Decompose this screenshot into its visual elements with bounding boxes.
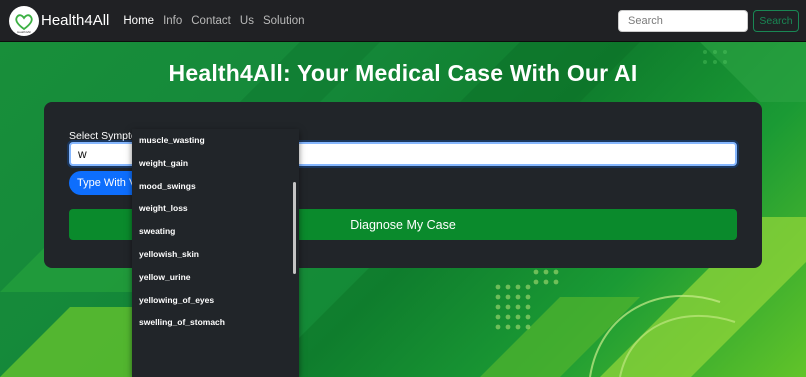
list-item[interactable]: yellowing_of_eyes (132, 289, 299, 312)
list-item[interactable]: muscle_wasting (132, 129, 299, 152)
search-input[interactable] (618, 10, 748, 32)
list-item[interactable]: weight_gain (132, 152, 299, 175)
navbar: Health4All Health4All Home Info Contact … (0, 0, 806, 42)
brand-name[interactable]: Health4All (41, 12, 109, 29)
nav-contact[interactable]: Contact (191, 15, 231, 27)
nav-us[interactable]: Us (240, 15, 254, 27)
hero-section: Health4All: Your Medical Case With Our A… (0, 42, 806, 377)
symptom-suggestions-dropdown: muscle_wasting weight_gain mood_swings w… (132, 129, 299, 377)
nav-solution[interactable]: Solution (263, 15, 305, 27)
page-title: Health4All: Your Medical Case With Our A… (168, 60, 638, 86)
list-item[interactable]: swelling_of_stomach (132, 311, 299, 334)
list-item[interactable]: yellowish_skin (132, 243, 299, 266)
dropdown-scrollbar[interactable] (293, 182, 296, 274)
svg-text:Health4All: Health4All (17, 30, 31, 34)
list-item[interactable]: sweating (132, 220, 299, 243)
list-item[interactable]: weight_loss (132, 197, 299, 220)
list-item[interactable]: mood_swings (132, 175, 299, 198)
nav-info[interactable]: Info (163, 15, 182, 27)
heart-icon: Health4All (15, 13, 33, 34)
nav-home[interactable]: Home (123, 15, 154, 27)
search-button[interactable]: Search (753, 10, 799, 32)
list-item[interactable]: yellow_urine (132, 266, 299, 289)
brand-logo[interactable]: Health4All (9, 5, 39, 36)
